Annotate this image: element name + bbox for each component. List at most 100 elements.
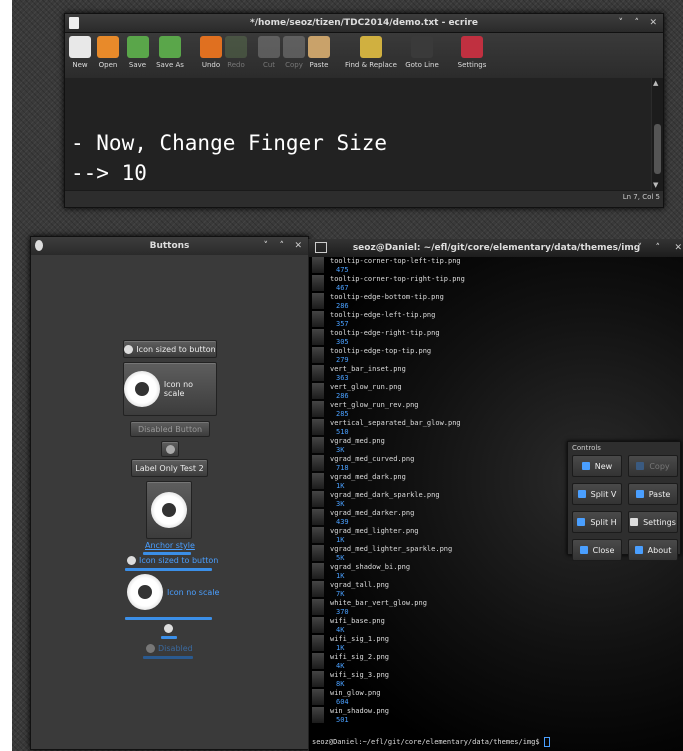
scroll-up-icon[interactable]: ▲ bbox=[653, 79, 658, 87]
settings-button[interactable]: Settings bbox=[452, 33, 492, 69]
file-size: 286 bbox=[336, 392, 349, 400]
anchor-underline bbox=[125, 568, 212, 571]
paste-button[interactable]: Paste bbox=[306, 33, 332, 69]
redo-button: Redo bbox=[225, 33, 247, 69]
file-size: 1K bbox=[336, 644, 345, 652]
document-icon bbox=[69, 17, 79, 29]
maximize-icon[interactable]: ˄ bbox=[656, 239, 661, 257]
app-icon bbox=[35, 240, 43, 251]
copy-button: Copy bbox=[283, 33, 305, 69]
save-button[interactable]: Save bbox=[125, 33, 150, 69]
knob-icon[interactable] bbox=[164, 624, 173, 633]
file-name: tooltip-edge-right-tip.png bbox=[330, 329, 440, 337]
maximize-icon[interactable]: ˄ bbox=[635, 14, 640, 32]
file-thumbnail bbox=[312, 617, 324, 633]
paste-button[interactable]: Paste bbox=[628, 483, 678, 505]
icon-sized-label: Icon sized to button bbox=[136, 344, 216, 354]
scrollbar-thumb[interactable] bbox=[654, 124, 661, 174]
split-h-icon bbox=[577, 518, 586, 526]
new-icon bbox=[69, 36, 91, 58]
file-size: 370 bbox=[336, 608, 349, 616]
split-v-button[interactable]: Split V bbox=[572, 483, 622, 505]
file-size: 4K bbox=[336, 662, 345, 670]
paste-label: Paste bbox=[648, 489, 671, 499]
label-only-button[interactable]: Label Only Test 2 bbox=[131, 459, 208, 477]
cut-label: Cut bbox=[262, 61, 276, 69]
minimize-icon[interactable]: ˅ bbox=[619, 14, 624, 32]
file-size: 5K bbox=[336, 554, 345, 562]
minimize-icon[interactable]: ˅ bbox=[264, 237, 269, 255]
open-button[interactable]: Open bbox=[93, 33, 123, 69]
terminal-titlebar[interactable]: seoz@Daniel: ~/efl/git/core/elementary/d… bbox=[309, 239, 683, 258]
redo-label: Redo bbox=[227, 61, 245, 69]
new-button[interactable]: New bbox=[69, 33, 91, 69]
scroll-down-icon[interactable]: ▼ bbox=[653, 181, 658, 189]
file-thumbnail bbox=[312, 401, 324, 417]
file-thumbnail bbox=[312, 707, 324, 723]
editor-scrollbar[interactable]: ▲ ▼ bbox=[652, 78, 663, 190]
minimize-icon[interactable]: ˅ bbox=[638, 239, 643, 257]
anchor-underline bbox=[143, 656, 193, 659]
file-size: 501 bbox=[336, 716, 349, 724]
ecrire-window: */home/seoz/tizen/TDC2014/demo.txt - ecr… bbox=[64, 13, 664, 208]
goto-line-button[interactable]: Goto Line bbox=[402, 33, 442, 69]
file-thumbnail bbox=[312, 347, 324, 363]
knob-icon bbox=[165, 444, 175, 454]
paste-label: Paste bbox=[309, 61, 329, 69]
anchor-underline bbox=[161, 636, 177, 639]
settings-button[interactable]: Settings bbox=[628, 511, 678, 533]
text-editor[interactable]: - Now, Change Finger Size --> 10 bbox=[65, 78, 651, 190]
new-label: New bbox=[72, 61, 88, 69]
maximize-icon[interactable]: ˄ bbox=[280, 237, 285, 255]
ecrire-titlebar[interactable]: */home/seoz/tizen/TDC2014/demo.txt - ecr… bbox=[65, 14, 663, 33]
icon-no-scale-button[interactable]: Icon no scale bbox=[123, 362, 217, 416]
file-thumbnail bbox=[312, 689, 324, 705]
buttons-titlebar[interactable]: Buttons ˅ ˄ ✕ bbox=[31, 237, 308, 256]
paste-icon bbox=[308, 36, 330, 58]
find-replace-label: Find & Replace bbox=[345, 61, 397, 69]
new-label: New bbox=[594, 461, 613, 471]
anchor-style-link[interactable]: Anchor style bbox=[145, 541, 195, 550]
buttons-title: Buttons bbox=[149, 241, 190, 251]
file-name: tooltip-corner-top-left-tip.png bbox=[330, 257, 461, 265]
about-button[interactable]: About bbox=[628, 539, 678, 561]
close-icon[interactable]: ✕ bbox=[649, 14, 657, 32]
save-label: Save bbox=[128, 61, 147, 69]
copy-icon bbox=[636, 462, 645, 470]
new-button[interactable]: New bbox=[572, 455, 622, 477]
close-icon[interactable]: ✕ bbox=[674, 239, 682, 257]
anchor-icon-no-scale-link[interactable]: Icon no scale bbox=[127, 574, 219, 610]
file-size: 279 bbox=[336, 356, 349, 364]
shell-prompt[interactable]: seoz@Daniel:~/efl/git/core/elementary/da… bbox=[312, 737, 550, 747]
save-as-button[interactable]: Save As bbox=[152, 33, 188, 69]
undo-button[interactable]: Undo bbox=[198, 33, 224, 69]
anchor-underline bbox=[143, 552, 191, 555]
ecrire-toolbar: New Open Save Save As Undo Redo Cut Copy Paste Fi… bbox=[65, 33, 663, 77]
about-icon bbox=[634, 546, 643, 554]
close-icon[interactable]: ✕ bbox=[294, 237, 302, 255]
find-replace-button[interactable]: Find & Replace bbox=[342, 33, 400, 69]
anchor-icon-button[interactable] bbox=[146, 481, 192, 539]
close-button[interactable]: Close bbox=[572, 539, 622, 561]
file-thumbnail bbox=[312, 545, 324, 561]
icon-sized-button[interactable]: Icon sized to button bbox=[123, 340, 217, 358]
split-h-button[interactable]: Split H bbox=[572, 511, 622, 533]
buttons-window: Buttons ˅ ˄ ✕ Icon sized to button Icon … bbox=[30, 236, 309, 750]
prompt-text: seoz@Daniel:~/efl/git/core/elementary/da… bbox=[312, 738, 544, 746]
anchor-icon-sized-link[interactable]: Icon sized to button bbox=[127, 556, 218, 565]
file-size: 475 bbox=[336, 266, 349, 274]
file-size: 363 bbox=[336, 374, 349, 382]
file-size: 510 bbox=[336, 428, 349, 436]
icon-only-button[interactable] bbox=[161, 441, 179, 457]
file-size: 357 bbox=[336, 320, 349, 328]
anchor-disabled-label: Disabled bbox=[158, 644, 193, 653]
copy-icon bbox=[283, 36, 305, 58]
file-thumbnail bbox=[312, 437, 324, 453]
file-thumbnail bbox=[312, 365, 324, 381]
file-name: wifi_sig_2.png bbox=[330, 653, 390, 661]
file-size: 604 bbox=[336, 698, 349, 706]
file-size: 286 bbox=[336, 302, 349, 310]
file-size: 8K bbox=[336, 680, 345, 688]
terminal-title: seoz@Daniel: ~/efl/git/core/elementary/d… bbox=[352, 243, 641, 253]
save-as-label: Save As bbox=[156, 61, 184, 69]
